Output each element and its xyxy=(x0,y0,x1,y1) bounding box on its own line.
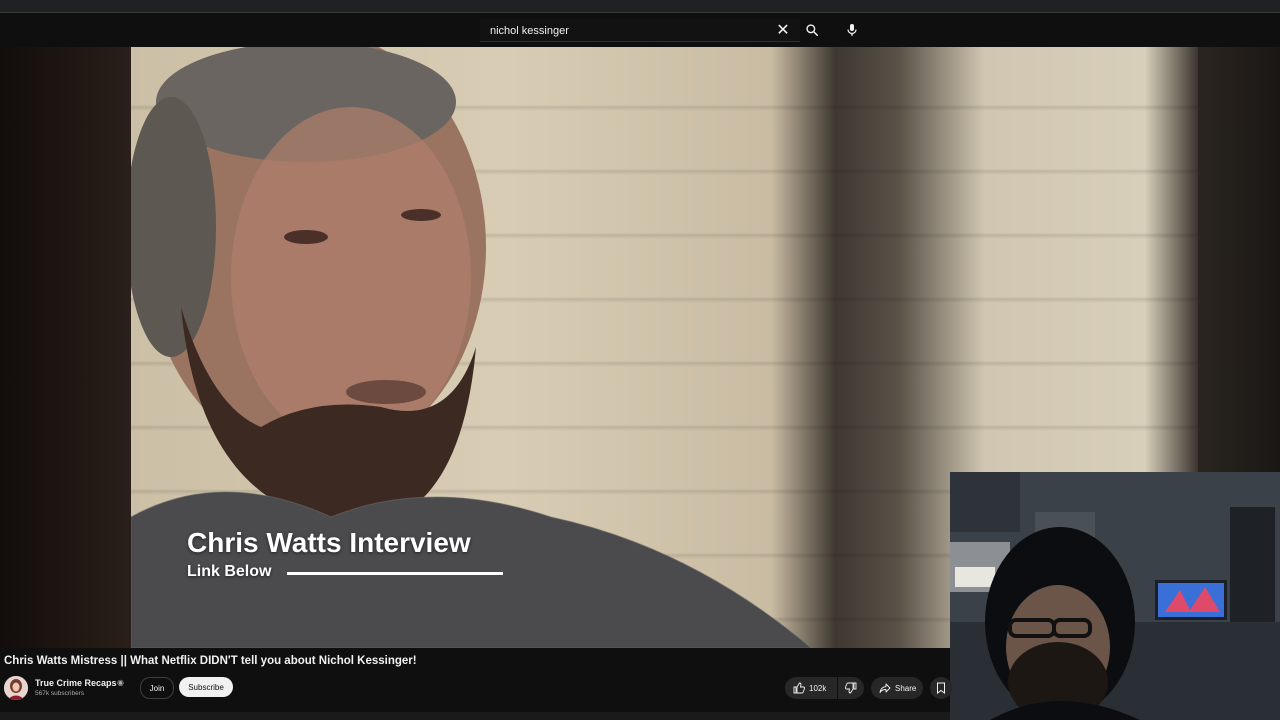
search-button[interactable] xyxy=(800,19,824,41)
search-icon xyxy=(806,24,819,37)
avatar-image xyxy=(4,676,28,700)
subscribe-button[interactable]: Subscribe xyxy=(179,677,233,697)
search-input[interactable] xyxy=(488,21,772,41)
subscriber-count: 567k subscribers xyxy=(35,690,85,697)
join-button[interactable]: Join xyxy=(140,677,174,699)
thumbs-down-icon xyxy=(845,682,857,694)
share-button[interactable]: Share xyxy=(871,677,923,699)
video-overlay-underline xyxy=(287,572,503,575)
taskbar-strip xyxy=(0,712,950,720)
browser-tab-strip xyxy=(0,0,1280,13)
verified-badge-icon: ◉ xyxy=(117,678,124,687)
channel-avatar[interactable] xyxy=(4,676,28,700)
share-icon xyxy=(879,683,891,693)
voice-search-button[interactable] xyxy=(840,19,864,41)
video-letterbox-left xyxy=(0,47,131,648)
video-overlay-subtitle: Link Below xyxy=(187,563,272,580)
top-bar: ✕ xyxy=(0,13,1280,47)
search-box[interactable] xyxy=(480,19,800,42)
like-button[interactable]: 102k xyxy=(785,677,837,699)
video-overlay-title: Chris Watts Interview xyxy=(187,527,471,558)
close-icon: ✕ xyxy=(776,22,790,39)
save-button[interactable] xyxy=(930,677,952,699)
channel-name[interactable]: True Crime Recaps xyxy=(35,678,117,688)
bookmark-icon xyxy=(937,682,945,694)
share-label: Share xyxy=(895,683,917,693)
dislike-button[interactable] xyxy=(838,677,864,699)
webcam-image xyxy=(950,472,1280,720)
webcam-overlay xyxy=(950,472,1280,720)
video-title: Chris Watts Mistress || What Netflix DID… xyxy=(4,655,417,667)
channel-row: True Crime Recaps ◉ 567k subscribers Joi… xyxy=(0,672,952,704)
like-count: 102k xyxy=(809,683,827,693)
thumbs-up-icon xyxy=(793,682,805,694)
microphone-icon xyxy=(847,24,857,36)
clear-search-button[interactable]: ✕ xyxy=(772,19,794,41)
